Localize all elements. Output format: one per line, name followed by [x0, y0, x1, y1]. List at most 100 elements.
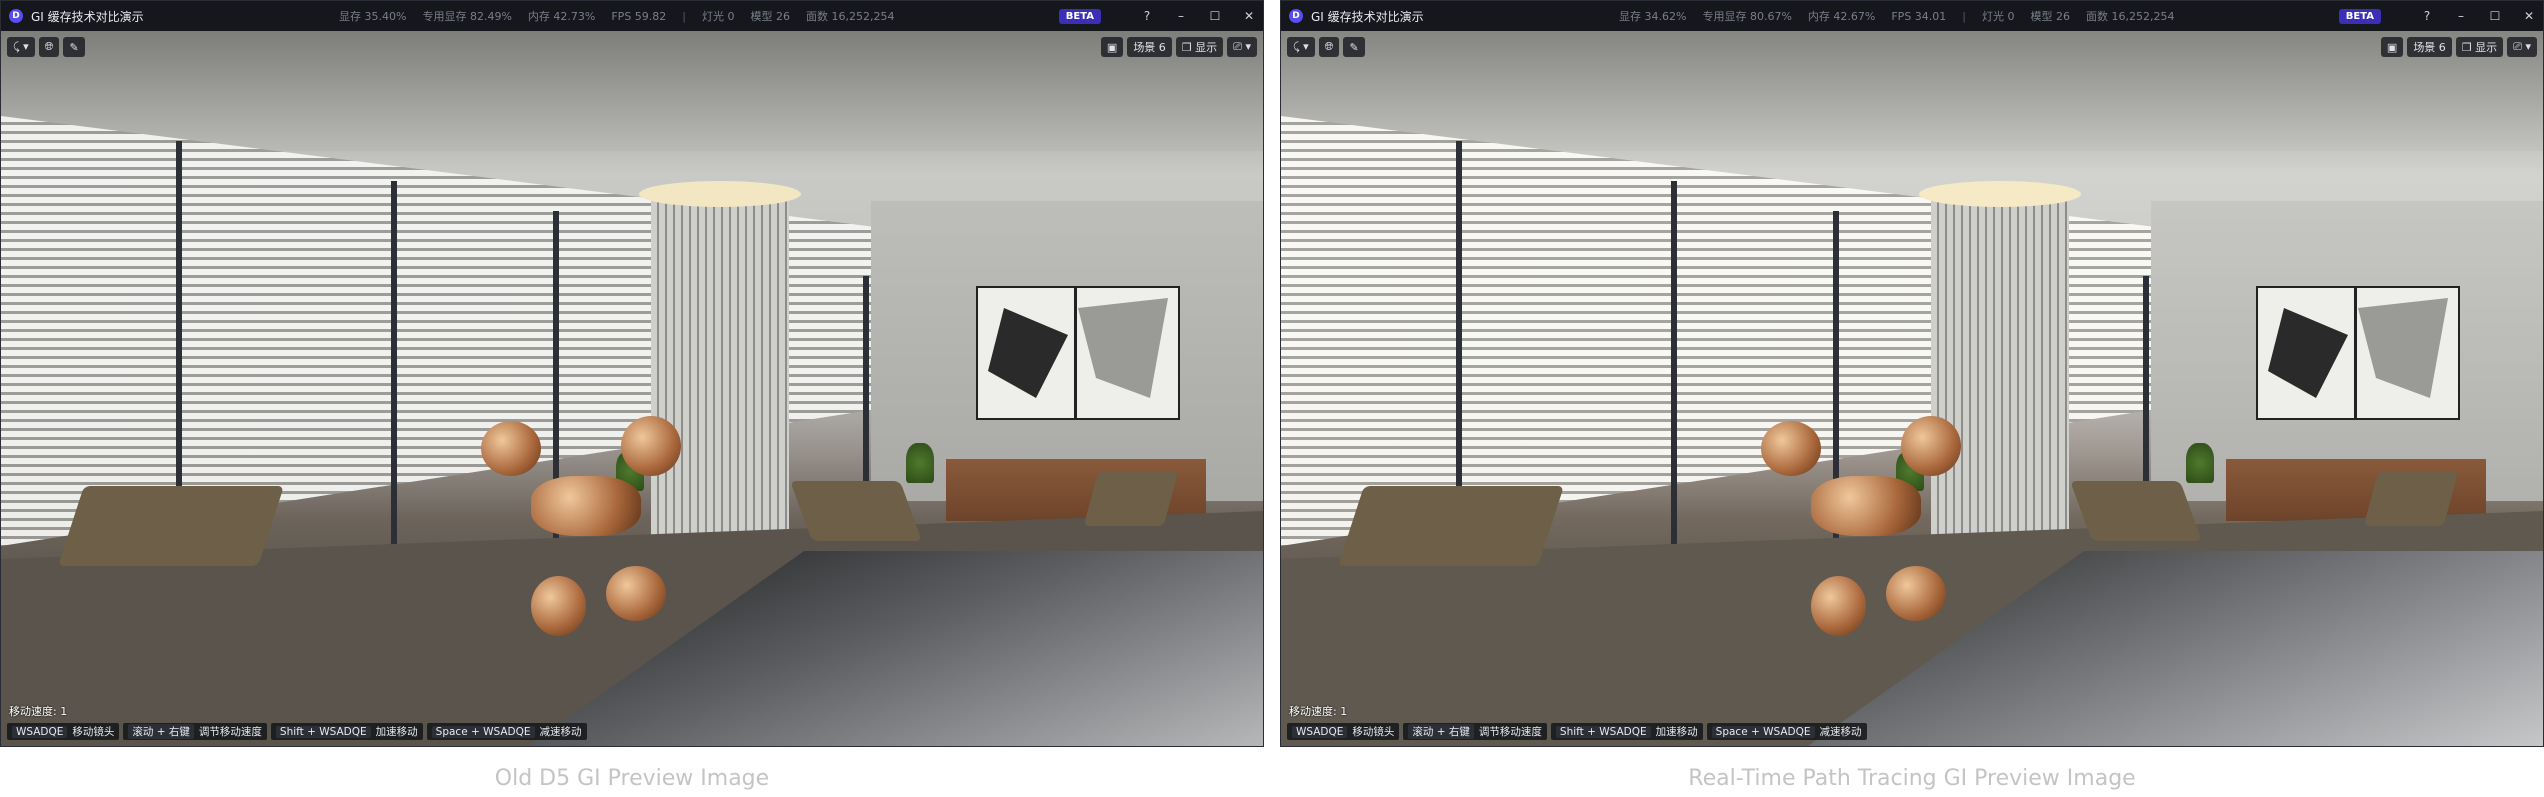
display-label: 显示 — [1195, 41, 1218, 54]
scene-sculpture — [1761, 416, 1961, 656]
maximize-icon[interactable]: ☐ — [1207, 8, 1223, 24]
viewport-toolbar-right: ▣ 场景 6 ❒ 显示 ⎚ ▾ — [2380, 37, 2537, 57]
render-viewport[interactable]: ⤹ ▾ 🌐︎ ✎ ▣ 场景 6 ❒ 显示 ⎚ ▾ 移动速度: 1 WSADQE 移… — [1281, 31, 2543, 746]
hint-action: 加速移动 — [375, 726, 418, 738]
app-window-left: D GI 缓存技术对比演示 显存 35.40% 专用显存 82.49% 内存 4… — [0, 0, 1264, 747]
globe-icon[interactable]: 🌐︎ — [1318, 37, 1340, 57]
beta-badge: BETA — [1058, 8, 1101, 24]
minimize-icon[interactable]: – — [1173, 8, 1189, 24]
focus-frame-icon[interactable]: ▣ — [1100, 37, 1124, 57]
hint-item: 滚动 + 右键 调节移动速度 — [1403, 723, 1547, 740]
viewport-toolbar-right: ▣ 场景 6 ❒ 显示 ⎚ ▾ — [1100, 37, 1257, 57]
scene-chair — [790, 481, 922, 541]
hint-key: 滚动 + 右键 — [1408, 724, 1474, 739]
hint-action: 移动镜头 — [1352, 726, 1395, 738]
hint-item: 滚动 + 右键 调节移动速度 — [123, 723, 267, 740]
hint-action: 减速移动 — [1819, 726, 1862, 738]
scene-mullion — [1671, 181, 1677, 561]
title-bar: D GI 缓存技术对比演示 显存 35.40% 专用显存 82.49% 内存 4… — [1, 1, 1263, 31]
move-speed-label: 移动速度: 1 — [1289, 705, 1348, 718]
stat-lights: 灯光 0 — [702, 10, 735, 23]
camera-icon[interactable]: ⎚ ▾ — [1227, 37, 1257, 57]
d5-logo-icon: D — [1289, 9, 1303, 23]
hint-key: Shift + WSADQE — [1555, 725, 1651, 738]
help-icon[interactable]: ? — [2419, 8, 2435, 24]
hint-key: Space + WSADQE — [1711, 725, 1815, 738]
scene-chair — [58, 486, 284, 566]
stat-lights: 灯光 0 — [1982, 10, 2015, 23]
stat-fps: FPS 34.01 — [1891, 9, 1947, 23]
stat-dedicated-vram: 专用显存 80.67% — [1702, 10, 1792, 23]
display-button[interactable]: ❒ 显示 — [1175, 37, 1224, 57]
hint-action: 调节移动速度 — [1478, 726, 1542, 738]
minimize-icon[interactable]: – — [2453, 8, 2469, 24]
scene-mullion — [391, 181, 397, 561]
globe-icon[interactable]: 🌐︎ — [38, 37, 60, 57]
render-viewport[interactable]: ⤹ ▾ 🌐︎ ✎ ▣ 场景 6 ❒ 显示 ⎚ ▾ 移动速度: 1 WSADQE 移… — [1, 31, 1263, 746]
title-bar: D GI 缓存技术对比演示 显存 34.62% 专用显存 80.67% 内存 4… — [1281, 1, 2543, 31]
hint-action: 减速移动 — [539, 726, 582, 738]
scene-chair — [1083, 471, 1179, 526]
focus-frame-icon[interactable]: ▣ — [2380, 37, 2404, 57]
hint-action: 移动镜头 — [72, 726, 115, 738]
hint-item: WSADQE 移动镜头 — [1287, 723, 1400, 740]
stat-memory: 内存 42.67% — [1807, 10, 1876, 23]
viewport-toolbar-left: ⤹ ▾ 🌐︎ ✎ — [1287, 37, 1365, 57]
scene-selector[interactable]: 场景 6 — [2407, 37, 2452, 57]
eyedropper-icon[interactable]: ✎ — [63, 37, 85, 57]
scene-ceiling — [1, 31, 1263, 151]
hint-item: WSADQE 移动镜头 — [7, 723, 120, 740]
hint-key: 滚动 + 右键 — [128, 724, 194, 739]
scene-plant — [906, 443, 934, 483]
display-label: 显示 — [2475, 41, 2498, 54]
scene-chair — [2070, 481, 2202, 541]
navigate-mode-icon[interactable]: ⤹ ▾ — [1287, 37, 1315, 57]
caption-path-tracing-gi: Real-Time Path Tracing GI Preview Image — [1688, 766, 2136, 791]
scene-artwork — [976, 286, 1180, 420]
app-title: GI 缓存技术对比演示 — [1311, 9, 1424, 24]
caption-old-gi: Old D5 GI Preview Image — [494, 766, 770, 791]
shortcut-hints: WSADQE 移动镜头 滚动 + 右键 调节移动速度 Shift + WSADQE 加… — [7, 723, 587, 740]
stat-faces: 面数 16,252,254 — [2086, 10, 2175, 23]
scene-ceiling — [1281, 31, 2543, 151]
stat-models: 模型 26 — [2030, 10, 2071, 23]
stat-memory: 内存 42.73% — [527, 10, 596, 23]
stat-vram: 显存 35.40% — [339, 10, 407, 23]
hint-key: Shift + WSADQE — [275, 725, 371, 738]
viewport-toolbar-left: ⤹ ▾ 🌐︎ ✎ — [7, 37, 85, 57]
scene-chair — [1338, 486, 1564, 566]
help-icon[interactable]: ? — [1139, 8, 1155, 24]
move-speed-label: 移动速度: 1 — [9, 705, 68, 718]
display-icon: ❒ — [1181, 40, 1196, 54]
stat-separator: | — [1962, 9, 1967, 23]
stat-vram: 显存 34.62% — [1619, 10, 1687, 23]
hint-item: Space + WSADQE 减速移动 — [1706, 723, 1867, 740]
scene-chair — [2363, 471, 2459, 526]
close-icon[interactable]: ✕ — [2521, 8, 2537, 24]
stat-dedicated-vram: 专用显存 82.49% — [422, 10, 512, 23]
maximize-icon[interactable]: ☐ — [2487, 8, 2503, 24]
close-icon[interactable]: ✕ — [1241, 8, 1257, 24]
hint-action: 调节移动速度 — [198, 726, 262, 738]
scene-selector[interactable]: 场景 6 — [1127, 37, 1172, 57]
app-title: GI 缓存技术对比演示 — [31, 9, 144, 24]
stat-fps: FPS 59.82 — [611, 9, 667, 23]
hint-item: Shift + WSADQE 加速移动 — [1550, 723, 1703, 740]
scene-column-light — [639, 181, 801, 207]
performance-stats: 显存 35.40% 专用显存 82.49% 内存 42.73% FPS 59.8… — [339, 1, 911, 31]
scene-column-light — [1919, 181, 2081, 207]
display-button[interactable]: ❒ 显示 — [2455, 37, 2504, 57]
d5-logo-icon: D — [9, 9, 23, 23]
scene-mullion — [2143, 276, 2149, 506]
scene-artwork — [2256, 286, 2460, 420]
scene-plant — [2186, 443, 2214, 483]
stat-separator: | — [682, 9, 687, 23]
performance-stats: 显存 34.62% 专用显存 80.67% 内存 42.67% FPS 34.0… — [1619, 1, 2191, 31]
hint-key: WSADQE — [12, 725, 68, 738]
navigate-mode-icon[interactable]: ⤹ ▾ — [7, 37, 35, 57]
scene-mullion — [863, 276, 869, 506]
hint-item: Space + WSADQE 减速移动 — [426, 723, 587, 740]
camera-icon[interactable]: ⎚ ▾ — [2507, 37, 2537, 57]
hint-action: 加速移动 — [1655, 726, 1698, 738]
eyedropper-icon[interactable]: ✎ — [1343, 37, 1365, 57]
